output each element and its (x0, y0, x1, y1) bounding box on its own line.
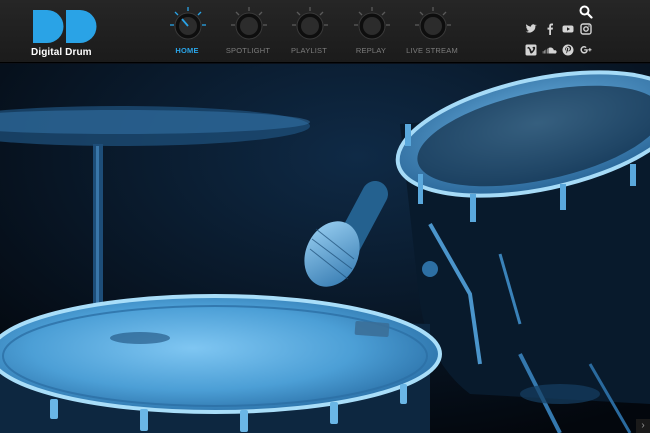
drum-kit-image (0, 64, 650, 433)
nav-item-live-stream[interactable]: LIVE STREAM (400, 4, 464, 60)
knob-icon (231, 7, 267, 40)
social-links (520, 4, 600, 60)
twitter-icon[interactable] (524, 22, 537, 35)
google-plus-icon[interactable] (579, 43, 592, 56)
logo[interactable]: Digital Drum (31, 8, 103, 60)
vimeo-icon[interactable] (524, 43, 537, 56)
instagram-icon[interactable] (579, 22, 592, 35)
pinterest-icon[interactable] (561, 43, 574, 56)
brand-name: Digital Drum (31, 47, 92, 58)
knob-icon (354, 7, 390, 40)
soundcloud-icon[interactable] (542, 43, 558, 56)
hero-banner: › (0, 64, 650, 433)
chevron-icon[interactable]: › (636, 419, 650, 433)
nav-label-live-stream: LIVE STREAM (406, 46, 458, 55)
site-header: Digital Drum HOME SPOTLIGHT PLAYLIST REP… (0, 0, 650, 63)
facebook-icon[interactable] (543, 22, 556, 35)
logo-mark-icon (33, 10, 97, 43)
knob-icon (170, 7, 206, 40)
knob-icon (415, 7, 451, 40)
youtube-icon[interactable] (561, 22, 574, 35)
knob-icon (292, 7, 328, 40)
